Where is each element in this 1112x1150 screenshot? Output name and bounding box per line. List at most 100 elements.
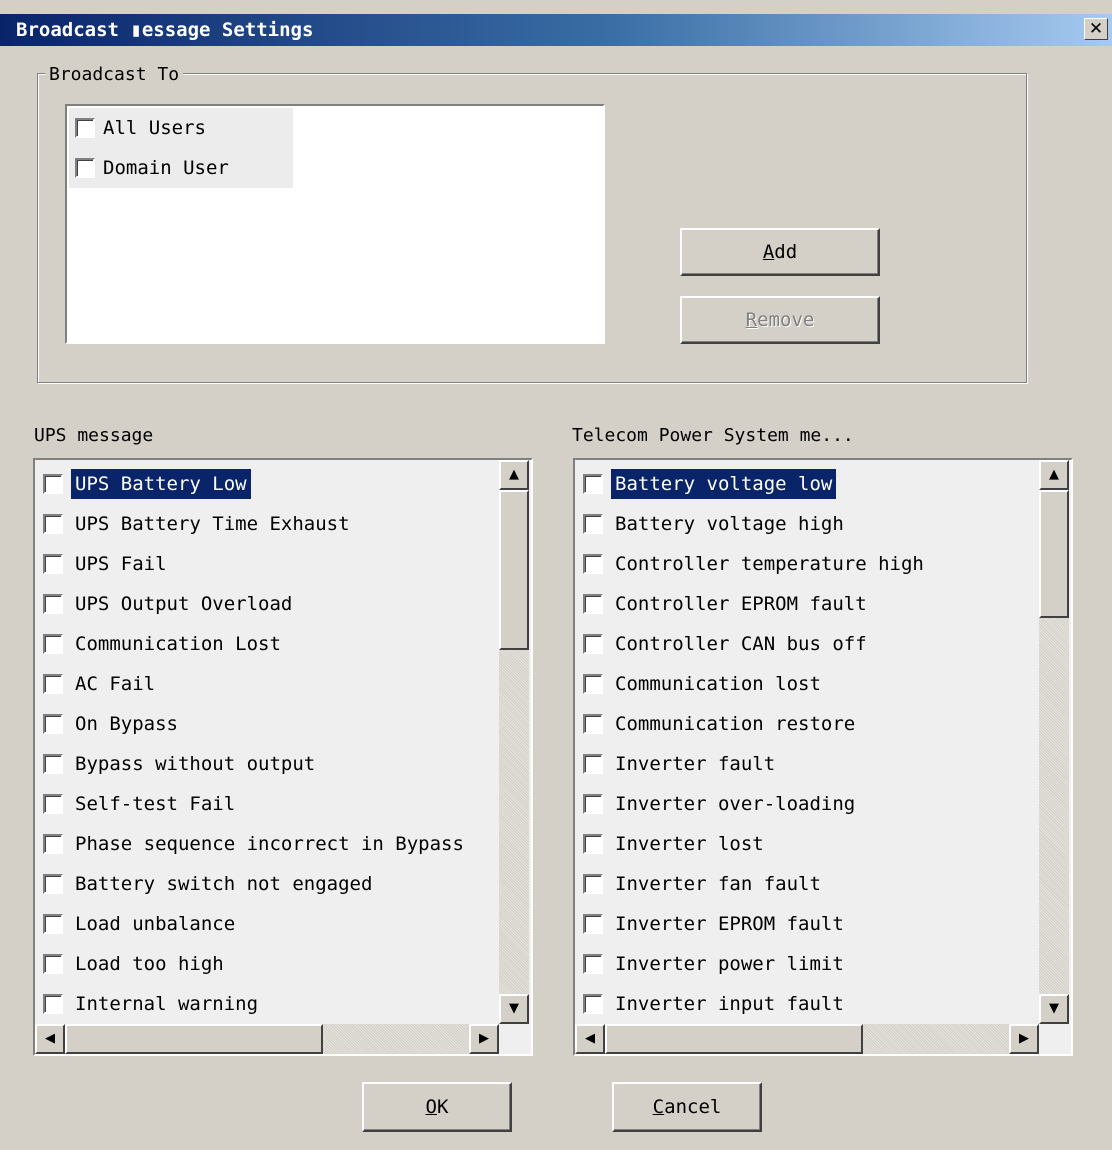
list-item-label: Inverter fan fault	[615, 873, 821, 895]
list-item[interactable]: UPS Output Overload	[37, 584, 296, 624]
ok-button[interactable]: OK	[362, 1082, 512, 1132]
list-item[interactable]: UPS Fail	[37, 544, 171, 584]
ups-horizontal-scrollbar[interactable]: ◀ ▶	[35, 1024, 499, 1054]
list-item[interactable]: UPS Battery Low	[37, 464, 251, 504]
list-item[interactable]: Internal warning	[37, 984, 262, 1024]
list-item[interactable]: Battery voltage low	[577, 464, 837, 504]
list-item[interactable]: Communication Lost	[37, 624, 285, 664]
list-item[interactable]: Controller CAN bus off	[577, 624, 871, 664]
checkbox[interactable]	[583, 554, 603, 574]
cancel-button[interactable]: Cancel	[612, 1082, 762, 1132]
remove-button[interactable]: Remove	[680, 296, 880, 344]
recipient-item-domain-user[interactable]: Domain User	[75, 150, 229, 186]
checkbox[interactable]	[43, 914, 63, 934]
checkbox[interactable]	[75, 158, 95, 178]
ups-vertical-scrollbar[interactable]: ▲ ▼	[499, 460, 529, 1024]
list-item[interactable]: Controller temperature high	[577, 544, 928, 584]
list-item[interactable]: Phase sequence incorrect in Bypass	[37, 824, 468, 864]
checkbox[interactable]	[583, 874, 603, 894]
scroll-up-button[interactable]: ▲	[499, 460, 529, 490]
list-item[interactable]: Battery switch not engaged	[37, 864, 376, 904]
checkbox[interactable]	[43, 674, 63, 694]
checkbox[interactable]	[583, 474, 603, 494]
list-item[interactable]: On Bypass	[37, 704, 182, 744]
list-item[interactable]: Battery voltage high	[577, 504, 848, 544]
list-item[interactable]: AC Fail	[37, 664, 159, 704]
checkbox[interactable]	[43, 714, 63, 734]
recipient-item-all-users[interactable]: All Users	[75, 110, 206, 146]
scroll-right-button[interactable]: ▶	[1009, 1024, 1039, 1054]
scroll-down-button[interactable]: ▼	[1039, 994, 1069, 1024]
ups-message-list[interactable]: ▲ ▼ ◀ ▶ UPS Battery Low UPS Battery Time …	[33, 458, 533, 1056]
checkbox[interactable]	[43, 554, 63, 574]
list-item[interactable]: Communication lost	[577, 664, 825, 704]
list-item-label: Phase sequence incorrect in Bypass	[75, 833, 464, 855]
checkbox[interactable]	[583, 994, 603, 1014]
scroll-right-button[interactable]: ▶	[469, 1024, 499, 1054]
scroll-left-button[interactable]: ◀	[575, 1024, 605, 1054]
checkbox[interactable]	[583, 954, 603, 974]
checkbox[interactable]	[583, 794, 603, 814]
scroll-up-button[interactable]: ▲	[1039, 460, 1069, 490]
scroll-thumb[interactable]	[499, 490, 529, 650]
recipient-label: Domain User	[103, 157, 229, 179]
checkbox[interactable]	[583, 674, 603, 694]
list-item[interactable]: UPS Battery Time Exhaust	[37, 504, 354, 544]
recipient-list-items: All Users Domain User	[69, 108, 293, 188]
checkbox[interactable]	[583, 914, 603, 934]
checkbox[interactable]	[583, 514, 603, 534]
list-item[interactable]: Inverter EPROM fault	[577, 904, 848, 944]
telecom-vertical-scrollbar[interactable]: ▲ ▼	[1039, 460, 1069, 1024]
list-item-label: Controller EPROM fault	[615, 593, 867, 615]
list-item-label: Battery voltage low	[611, 469, 837, 499]
remove-mnemonic: R	[745, 309, 758, 331]
scroll-thumb[interactable]	[65, 1024, 323, 1054]
scroll-down-button[interactable]: ▼	[499, 994, 529, 1024]
checkbox[interactable]	[75, 118, 95, 138]
list-item[interactable]: Inverter input fault	[577, 984, 848, 1024]
checkbox[interactable]	[43, 634, 63, 654]
list-item[interactable]: Inverter lost	[577, 824, 768, 864]
telecom-horizontal-scrollbar[interactable]: ◀ ▶	[575, 1024, 1039, 1054]
checkbox[interactable]	[583, 634, 603, 654]
checkbox[interactable]	[583, 834, 603, 854]
list-item-label: Inverter EPROM fault	[615, 913, 844, 935]
list-item-label: Inverter fault	[615, 753, 776, 775]
list-item[interactable]: Bypass without output	[37, 744, 319, 784]
list-item[interactable]: Load too high	[37, 944, 228, 984]
telecom-message-label: Telecom Power System me...	[572, 425, 854, 446]
close-icon: ✕	[1088, 19, 1104, 39]
checkbox[interactable]	[43, 514, 63, 534]
scroll-left-icon: ◀	[45, 1031, 55, 1046]
list-item[interactable]: Self-test Fail	[37, 784, 239, 824]
checkbox[interactable]	[583, 714, 603, 734]
checkbox[interactable]	[43, 474, 63, 494]
checkbox[interactable]	[43, 994, 63, 1014]
checkbox[interactable]	[43, 754, 63, 774]
scroll-thumb[interactable]	[1039, 490, 1069, 618]
telecom-message-list[interactable]: ▲ ▼ ◀ ▶ Battery voltage low Battery volta…	[573, 458, 1073, 1056]
checkbox[interactable]	[583, 594, 603, 614]
add-label: dd	[774, 241, 798, 263]
scroll-thumb[interactable]	[605, 1024, 863, 1054]
list-item[interactable]: Load unbalance	[37, 904, 239, 944]
add-button[interactable]: Add	[680, 228, 880, 276]
checkbox[interactable]	[43, 874, 63, 894]
checkbox[interactable]	[43, 834, 63, 854]
list-item-label: Inverter power limit	[615, 953, 844, 975]
checkbox[interactable]	[583, 754, 603, 774]
scroll-left-button[interactable]: ◀	[35, 1024, 65, 1054]
list-item[interactable]: Inverter fault	[577, 744, 779, 784]
checkbox[interactable]	[43, 594, 63, 614]
checkbox[interactable]	[43, 954, 63, 974]
list-item[interactable]: Inverter power limit	[577, 944, 848, 984]
list-item[interactable]: Controller EPROM fault	[577, 584, 871, 624]
list-item[interactable]: Inverter over-loading	[577, 784, 859, 824]
list-item-label: Battery voltage high	[615, 513, 844, 535]
list-item[interactable]: Communication restore	[577, 704, 859, 744]
list-item[interactable]: Inverter fan fault	[577, 864, 825, 904]
title-bar: Broadcast ▮essage Settings ✕	[0, 14, 1112, 46]
recipient-list[interactable]: All Users Domain User	[65, 104, 605, 344]
close-button[interactable]: ✕	[1084, 18, 1108, 40]
checkbox[interactable]	[43, 794, 63, 814]
